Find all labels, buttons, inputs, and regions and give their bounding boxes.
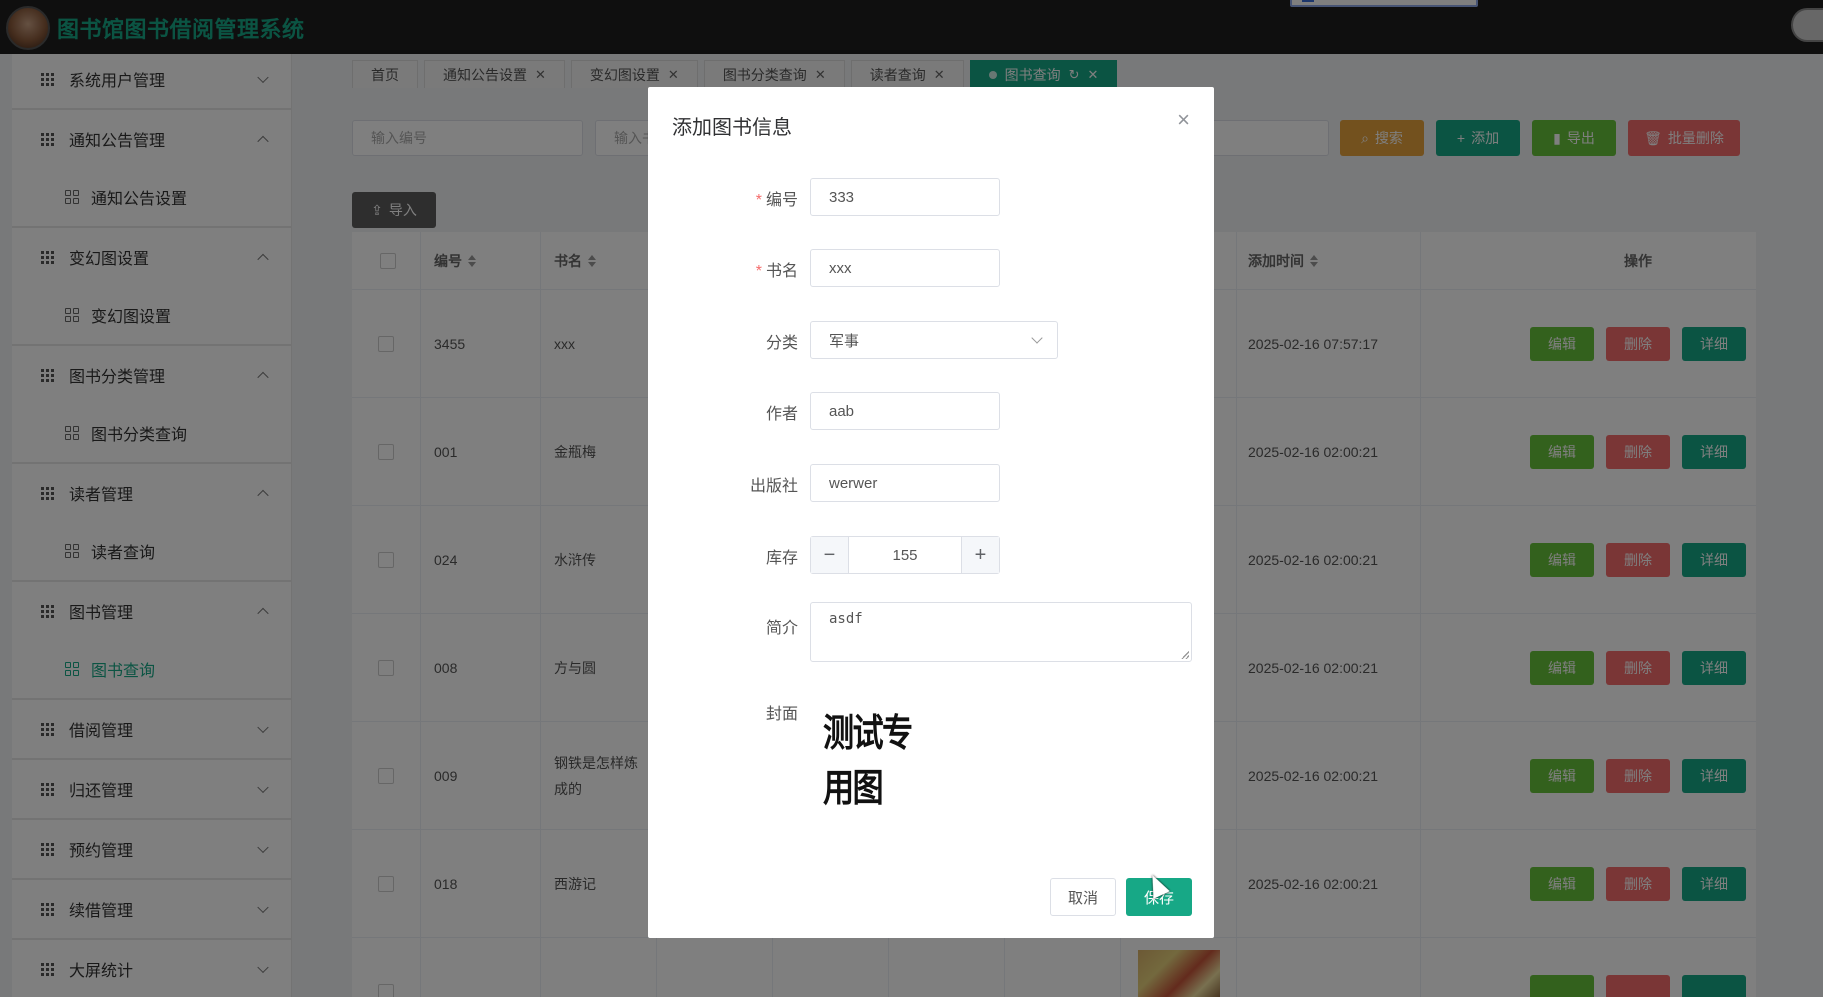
label-cover: 封面 [765,706,798,723]
label-stock: 库存 [765,550,798,567]
label-id: * 编号 [648,186,798,210]
resize-handle-icon[interactable] [1181,651,1189,659]
category-select[interactable]: 军事 [810,321,1058,359]
publisher-input[interactable]: werwer [810,464,1000,502]
stock-value[interactable]: 155 [849,537,961,573]
label-publisher: 出版社 [749,478,798,495]
required-marker: * [755,192,762,209]
label-intro: 简介 [765,620,798,637]
close-icon[interactable]: × [1177,109,1190,131]
intro-value: asdf [829,611,863,627]
label-category: 分类 [765,335,798,352]
dialog-title: 添加图书信息 [672,117,792,139]
cover-image[interactable]: 测试专用图 [823,711,938,810]
plus-icon[interactable]: + [961,537,999,573]
stock-stepper: − 155 + [810,536,1000,574]
category-value: 军事 [829,332,860,350]
id-input[interactable]: 333 [810,178,1000,216]
label-author: 作者 [765,406,798,423]
label-text: 书名 [765,263,798,280]
author-input[interactable]: aab [810,392,1000,430]
required-marker: * [755,263,762,280]
label-name: * 书名 [648,257,798,281]
name-input[interactable]: xxx [810,249,1000,287]
minus-icon[interactable]: − [811,537,849,573]
add-book-dialog: 添加图书信息 × * 编号 333 * 书名 xxx 分类 军事 作者 aab 出版… [648,87,1214,938]
label-text: 编号 [765,192,798,209]
intro-textarea[interactable]: asdf [810,602,1192,662]
caret-down-icon [1031,332,1043,344]
cancel-button[interactable]: 取消 [1050,878,1116,916]
